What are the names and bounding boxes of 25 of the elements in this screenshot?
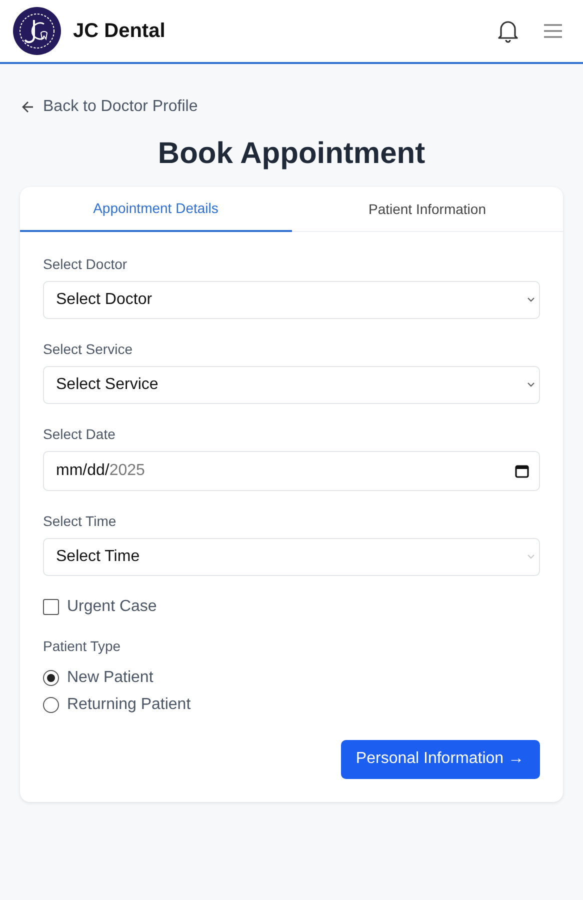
checkbox[interactable] [43,599,59,615]
select-field[interactable]: Select Doctor [43,281,540,319]
select-field[interactable]: Select Service [43,366,540,404]
calendar-icon[interactable] [515,464,529,478]
tab[interactable]: Patient Information [292,187,563,232]
field-label: Select Date [43,426,116,442]
app-title: JC Dental [73,20,166,42]
date-field[interactable]: mm/dd/2025 [43,451,540,491]
page-title: Book Appointment [156,137,426,171]
field-label: Select Time [43,513,118,529]
checkbox-label: Urgent Case [67,598,157,616]
field-label: Select Doctor [43,256,128,272]
field-label: Patient Type [43,638,122,654]
next-button[interactable]: Personal Information → [340,740,540,779]
field-label: Select Service [43,341,134,357]
logo-icon [12,6,62,56]
bell-icon[interactable] [497,19,519,43]
back-arrow-icon [22,101,34,113]
radio-button[interactable] [43,670,59,686]
radio-label: New Patient [67,669,154,687]
tab[interactable]: Appointment Details [20,187,292,232]
radio-button[interactable] [43,697,59,713]
menu-icon[interactable] [543,23,563,39]
radio-label: Returning Patient [67,696,191,714]
back-link[interactable]: Back to Doctor Profile [22,98,198,116]
